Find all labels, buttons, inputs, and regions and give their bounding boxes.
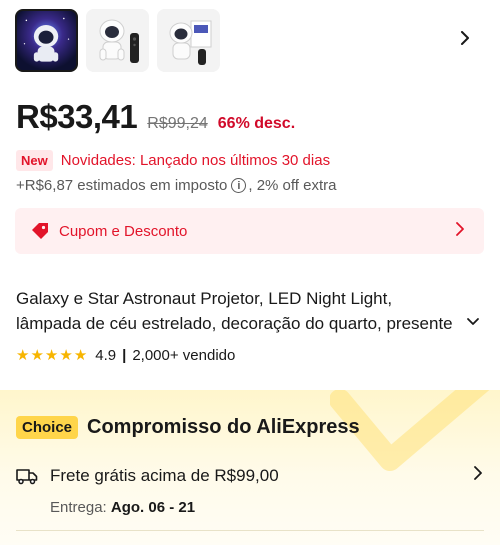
thumbnail-2[interactable] xyxy=(86,9,149,72)
shipping-row[interactable]: Frete grátis acima de R$99,00 xyxy=(16,466,279,486)
coupon-tag-icon xyxy=(32,223,48,239)
thumbnail-3[interactable] xyxy=(157,9,220,72)
new-arrival-text: Novidades: Lançado nos últimos 30 dias xyxy=(60,152,331,169)
coupon-banner[interactable]: Cupom e Desconto xyxy=(15,208,484,254)
truck-icon xyxy=(16,469,38,485)
product-title-line-1: Galaxy e Star Astronaut Projetor, LED Ni… xyxy=(16,289,393,308)
star-icon: ★ xyxy=(16,347,30,364)
tax-text: +R$6,87 estimados em imposto xyxy=(16,177,228,194)
shipping-text: Frete grátis acima de R$99,00 xyxy=(50,466,279,485)
delivery-dates: Ago. 06 - 21 xyxy=(110,499,196,516)
chevron-right-icon xyxy=(461,31,469,45)
choice-header: Choice Compromisso do AliExpress xyxy=(16,416,360,439)
new-arrival-row: New Novidades: Lançado nos últimos 30 di… xyxy=(16,150,330,171)
coupon-label: Cupom e Desconto xyxy=(59,222,188,240)
rating-separator: | xyxy=(122,347,127,364)
original-price: R$99,24 xyxy=(147,115,208,132)
rating-row[interactable]: ★ ★ ★ ★ ★ 4.9 | 2,000+ vendido xyxy=(16,347,235,364)
star-icon: ★ xyxy=(59,347,73,364)
rating-score: 4.9 xyxy=(95,347,117,364)
tax-row: +R$6,87 estimados em imposto i , 2% off … xyxy=(16,177,336,194)
star-icon: ★ xyxy=(30,347,44,364)
thumbnail-1[interactable] xyxy=(15,9,78,72)
product-title-line-2: lâmpada de céu estrelado, decoração do q… xyxy=(16,314,453,333)
choice-section: Choice Compromisso do AliExpress Frete g… xyxy=(0,390,500,545)
star-rating: ★ ★ ★ ★ ★ xyxy=(16,348,87,363)
delivery-row: Entrega: Ago. 06 - 21 xyxy=(50,499,195,516)
sold-count: 2,000+ vendido xyxy=(132,347,236,364)
extra-discount-text: , 2% off extra xyxy=(248,177,337,194)
astronaut-galaxy-image xyxy=(17,11,76,70)
choice-title: Compromisso do AliExpress xyxy=(87,416,360,438)
new-badge: New xyxy=(16,150,53,171)
chevron-right-icon xyxy=(456,222,464,236)
current-price: R$33,41 xyxy=(16,98,138,135)
price-row: R$33,41 R$99,24 66% desc. xyxy=(16,98,295,136)
delivery-label: Entrega: xyxy=(50,499,107,516)
chevron-right-icon[interactable] xyxy=(472,466,484,480)
star-icon: ★ xyxy=(73,347,88,364)
astronaut-remote-image xyxy=(86,9,149,72)
image-gallery xyxy=(15,9,220,72)
product-title[interactable]: Galaxy e Star Astronaut Projetor, LED Ni… xyxy=(16,286,478,336)
discount-label: 66% desc. xyxy=(217,115,296,132)
star-icon: ★ xyxy=(44,347,59,364)
choice-badge: Choice xyxy=(16,416,79,439)
info-icon[interactable]: i xyxy=(231,178,247,193)
astronaut-box-image xyxy=(157,9,220,72)
gallery-next-button[interactable] xyxy=(453,26,477,50)
chevron-down-icon[interactable] xyxy=(466,316,480,328)
divider xyxy=(16,530,484,531)
